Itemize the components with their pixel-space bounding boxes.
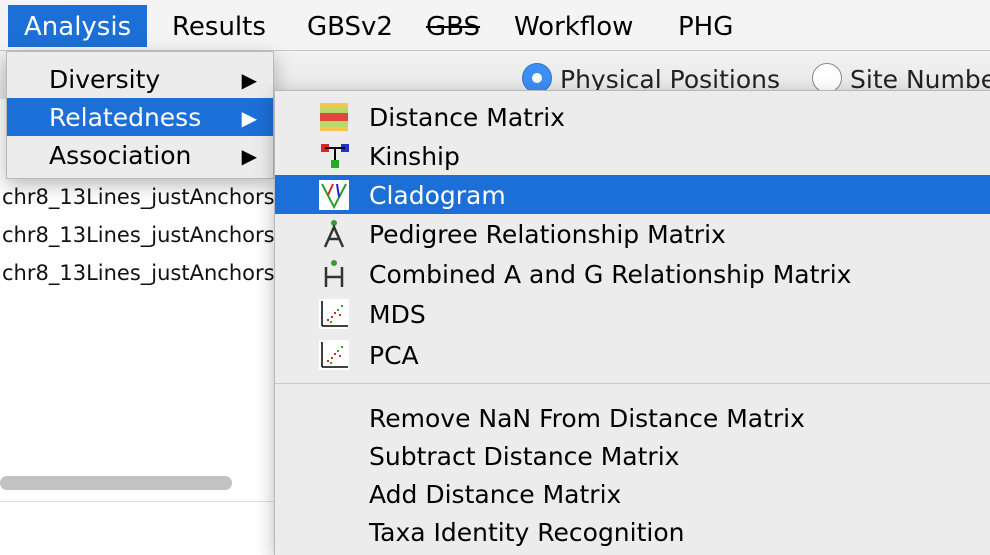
menu-workflow[interactable]: Workflow [498,5,649,47]
menu-results[interactable]: Results [156,5,282,47]
combined-matrix-icon [324,260,344,287]
menu-bar: Analysis Results GBSv2 GBS Workflow PHG [0,0,990,51]
submenu-arrow-icon: ▶ [241,106,257,130]
radio-selected-icon [522,63,552,93]
menu-item-taxa-identity[interactable]: Taxa Identity Recognition [275,512,990,551]
menu-separator [275,383,990,384]
distance-matrix-icon [320,103,348,131]
relatedness-submenu: Distance Matrix Kinship Cladogram Pedigr… [274,90,990,555]
lower-left-panel [0,501,275,555]
menu-item-pca[interactable]: PCA [275,335,990,374]
scatter-plot-icon [319,299,349,329]
scatter-plot-icon [319,340,349,370]
menu-item-pedigree[interactable]: Pedigree Relationship Matrix [275,214,990,253]
tree-node[interactable]: chr8_13Lines_justAnchors [2,223,275,247]
kinship-icon [321,144,349,168]
menu-item-mds[interactable]: MDS [275,294,990,333]
menu-item-remove-nan[interactable]: Remove NaN From Distance Matrix [275,398,990,437]
submenu-arrow-icon: ▶ [241,68,257,92]
menu-item-diversity[interactable]: Diversity ▶ [7,60,273,98]
cladogram-icon [319,180,349,210]
menu-gbs[interactable]: GBS [410,5,496,47]
radio-unselected-icon [812,63,842,93]
menu-item-kinship[interactable]: Kinship [275,136,990,175]
pedigree-icon [323,220,345,248]
menu-item-add-distance[interactable]: Add Distance Matrix [275,474,990,513]
menu-item-subtract-distance[interactable]: Subtract Distance Matrix [275,436,990,475]
menu-analysis[interactable]: Analysis [8,5,148,47]
menu-item-distance-matrix[interactable]: Distance Matrix [275,97,990,136]
menu-item-association[interactable]: Association ▶ [7,136,273,174]
submenu-arrow-icon: ▶ [241,144,257,168]
menu-item-relatedness[interactable]: Relatedness ▶ [7,98,273,136]
tree-node[interactable]: chr8_13Lines_justAnchors S [2,261,295,285]
menu-item-combined-matrix[interactable]: Combined A and G Relationship Matrix [275,254,990,293]
menu-gbsv2[interactable]: GBSv2 [291,5,409,47]
menu-item-cladogram[interactable]: Cladogram [275,175,990,214]
tree-node[interactable]: chr8_13Lines_justAnchors [2,185,275,209]
analysis-menu: Diversity ▶ Relatedness ▶ Association ▶ [6,51,274,179]
menu-phg[interactable]: PHG [662,5,749,47]
horizontal-scrollbar[interactable] [0,476,232,490]
